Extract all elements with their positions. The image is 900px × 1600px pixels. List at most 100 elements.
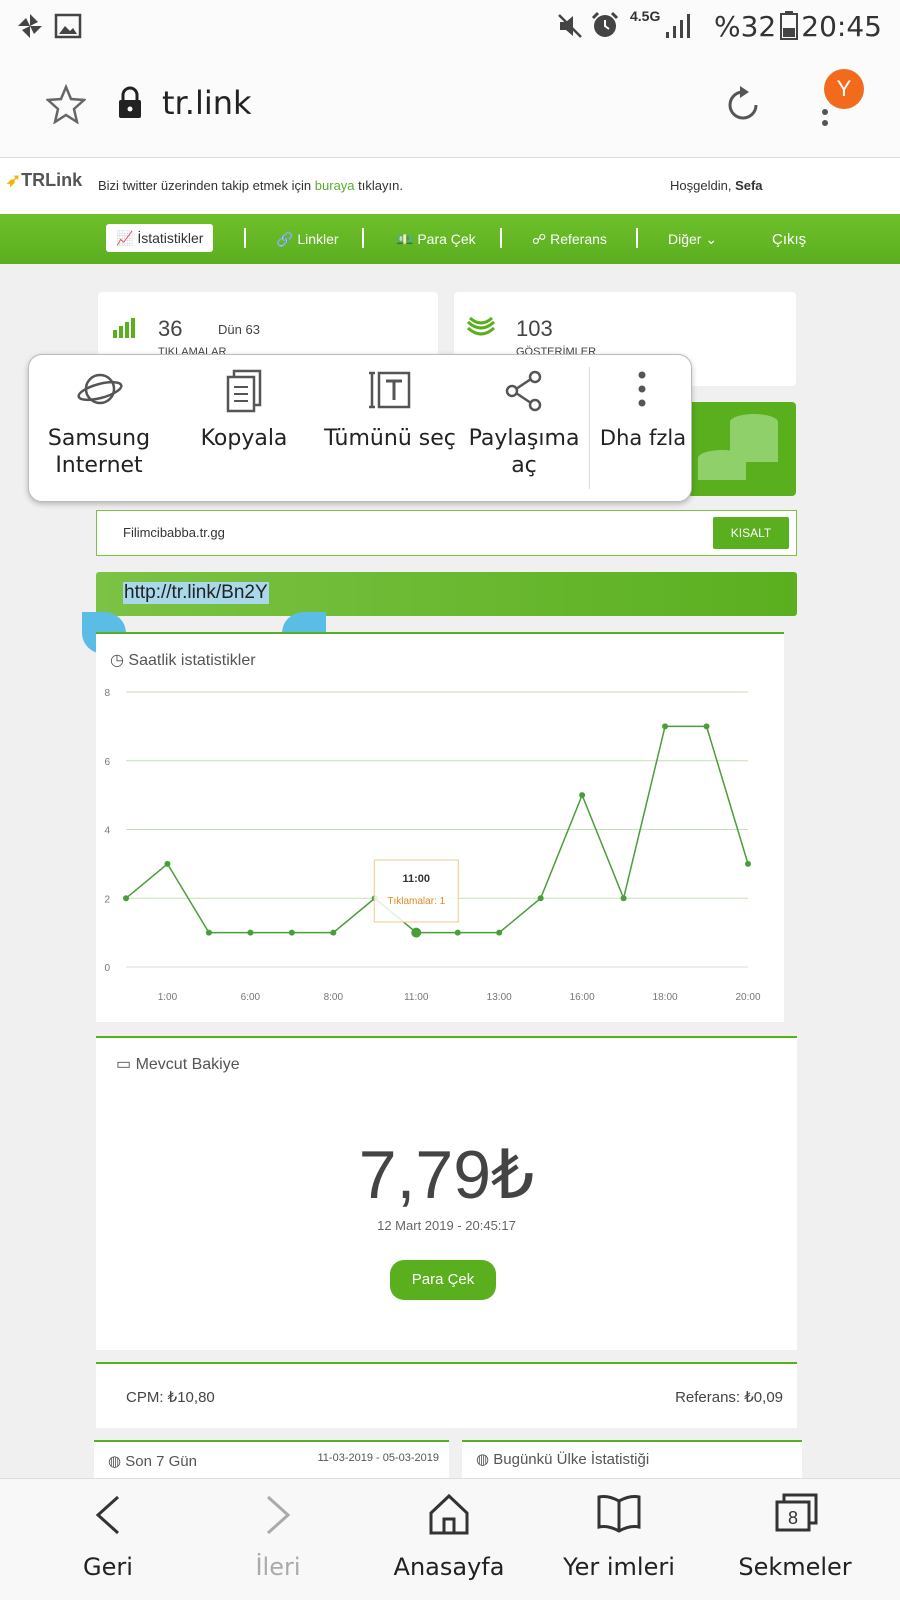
credit-card-icon: ▭ [116, 1056, 132, 1073]
data-point [288, 929, 295, 936]
hourly-line-chart: 0 2 4 6 8 1:00 6:00 8:00 11:00 13:00 16:00 18:00 20:… [104, 688, 761, 1003]
browser-bottom-nav: Geri İleri Anasayfa Yer imleri 8 Sekmele… [0, 1478, 900, 1600]
welcome-text: Hoşgeldin, Sefa [670, 178, 763, 193]
balance-amount: 7,79₺ [358, 1137, 535, 1213]
home-button[interactable]: Anasayfa [384, 1493, 514, 1581]
data-point [496, 929, 503, 936]
data-point [537, 895, 544, 902]
main-nav: 📈 İstatistikler 🔗 Linkler 💵 Para Çek ☍ R… [0, 214, 900, 264]
clicks-value: 36 [158, 316, 183, 341]
twitter-link[interactable]: buraya [315, 178, 355, 193]
nav-logout[interactable]: Çıkış [772, 231, 806, 248]
twitter-follow-text: Bizi twitter üzerinden takip etmek için … [98, 178, 403, 193]
referral-value: Referans: ₺0,09 [675, 1389, 783, 1406]
earnings-card [688, 402, 796, 496]
text-selection-menu: Samsung Internet Kopyala Tümünü seç Payl… [28, 354, 692, 502]
network-type: 4.5G [630, 8, 661, 24]
forward-button[interactable]: İleri [228, 1495, 328, 1581]
nav-separator [500, 228, 502, 248]
data-point [662, 723, 669, 730]
clicks-yesterday: Dün 63 [218, 322, 260, 337]
share-icon [505, 370, 542, 412]
menu-more[interactable]: Dha fzla [597, 371, 689, 452]
select-text-icon [369, 371, 411, 409]
nav-separator [636, 228, 638, 248]
chart-icon: 📈 [116, 230, 134, 246]
x-tick-label: 1:00 [158, 992, 178, 1003]
menu-divider [589, 367, 590, 489]
signal-icon [666, 14, 690, 38]
menu-samsung-internet[interactable]: Samsung Internet [39, 373, 159, 479]
reload-icon[interactable] [722, 84, 764, 126]
site-header: ➶TRLink Bizi twitter üzerinden takip etm… [0, 158, 900, 214]
balance-title: ▭ Mevcut Bakiye [116, 1056, 240, 1073]
bookmark-star-icon[interactable] [46, 84, 86, 124]
globe-icon: ◍ [476, 1451, 490, 1468]
y-tick-label: 0 [104, 963, 110, 974]
site-logo[interactable]: ➶TRLink [6, 170, 82, 191]
x-tick-label: 20:00 [735, 992, 760, 1003]
clock: 20:45 [801, 10, 882, 43]
data-point [620, 895, 627, 902]
profile-avatar[interactable]: Y [824, 69, 864, 109]
nav-links[interactable]: 🔗 Linkler [276, 231, 339, 248]
home-icon [429, 1493, 469, 1535]
bar-chart-icon [113, 318, 135, 338]
menu-copy[interactable]: Kopyala [189, 369, 299, 452]
lock-icon [119, 86, 141, 118]
menu-select-all[interactable]: Tümünü seç [315, 371, 465, 452]
nav-withdraw[interactable]: 💵 Para Çek [396, 231, 476, 248]
tooltip-box [373, 859, 459, 923]
y-tick-label: 2 [104, 894, 110, 905]
views-value: 103 [516, 316, 553, 341]
globe-icon: ◍ [108, 1453, 122, 1470]
back-button[interactable]: Geri [58, 1495, 158, 1581]
country-stats-title: ◍ Bugünkü Ülke İstatistiği [476, 1451, 650, 1468]
shorten-button[interactable]: KISALT [713, 517, 789, 549]
data-point [579, 792, 586, 799]
last-7-days-range: 11-03-2019 - 05-03-2019 [317, 1452, 440, 1464]
balance-date: 12 Mart 2019 - 20:45:17 [377, 1218, 516, 1233]
x-tick-label: 13:00 [487, 992, 512, 1003]
money-icon: 💵 [396, 231, 414, 247]
back-arrow-icon [95, 1495, 120, 1535]
cpm-card: CPM: ₺10,80 Referans: ₺0,09 [96, 1362, 797, 1428]
nav-statistics[interactable]: 📈 İstatistikler [106, 224, 214, 252]
hourly-stats-card: ◷ Saatlik istatistikler 0 2 4 6 8 1:00 6:00 8:0… [96, 632, 784, 1022]
menu-share[interactable]: Paylaşıma aç [463, 370, 585, 479]
y-tick-label: 4 [104, 826, 110, 837]
country-stats-card: ◍ Bugünkü Ülke İstatistiği [462, 1440, 802, 1480]
nav-referral[interactable]: ☍ Referans [532, 231, 607, 248]
shortened-link[interactable]: http://tr.link/Bn2Y [123, 582, 269, 604]
link-icon: 🔗 [276, 231, 294, 247]
chevron-down-icon: ⌄ [705, 231, 718, 247]
x-tick-label: 18:00 [653, 992, 678, 1003]
pinwheel-icon [18, 14, 42, 38]
data-point [330, 929, 337, 936]
x-tick-label: 16:00 [570, 992, 595, 1003]
hourly-stats-title: ◷ Saatlik istatistikler [110, 652, 256, 669]
battery-percent: %32 [714, 10, 777, 43]
nav-other[interactable]: Diğer ⌄ [668, 231, 717, 248]
withdraw-button[interactable]: Para Çek [390, 1260, 496, 1300]
copy-icon [226, 369, 262, 413]
data-point [205, 929, 212, 936]
book-icon [597, 1495, 641, 1533]
tooltip-title: 11:00 [403, 873, 431, 885]
y-tick-label: 8 [104, 688, 110, 699]
cpm-value: CPM: ₺10,80 [126, 1389, 215, 1406]
clock-icon: ◷ [110, 652, 124, 669]
data-point [411, 927, 422, 938]
nav-separator [362, 228, 364, 248]
shortened-link-bar: http://tr.link/Bn2Y [96, 572, 797, 616]
data-point [703, 723, 710, 730]
url-text[interactable]: tr.link [162, 84, 252, 122]
url-input[interactable]: Filimcibabba.tr.gg [123, 525, 225, 540]
forward-arrow-icon [266, 1495, 291, 1535]
last-7-days-title: ◍ Son 7 Gün [108, 1453, 197, 1470]
balance-card: ▭ Mevcut Bakiye 7,79₺ 12 Mart 2019 - 20:… [96, 1036, 797, 1350]
gallery-icon [54, 13, 82, 39]
bookmarks-button[interactable]: Yer imleri [554, 1495, 684, 1581]
tabs-button[interactable]: 8 Sekmeler [730, 1493, 860, 1581]
more-vertical-icon [638, 371, 646, 407]
